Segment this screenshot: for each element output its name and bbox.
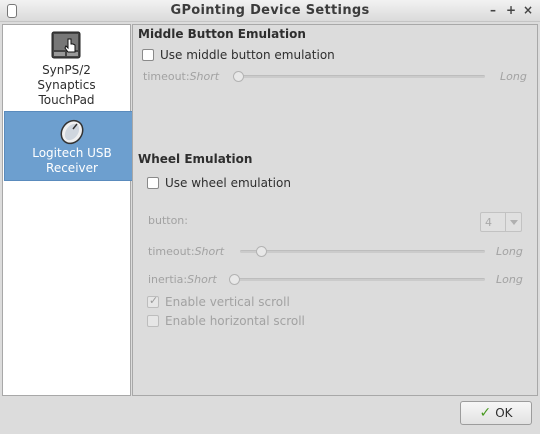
check-icon: ✓ [149,294,159,307]
middle-timeout-label: timeout:Short [143,70,219,83]
wheel-section-title: Wheel Emulation [138,152,253,166]
slider-track [229,278,485,281]
timeout-min-label: Short [194,245,225,258]
device-item-touchpad[interactable]: SynPS/2 Synaptics TouchPad [3,29,130,109]
wheel-timeout-slider[interactable] [240,246,485,258]
slider-thumb[interactable] [233,71,244,82]
device-label-line: TouchPad [38,93,95,107]
middle-timeout-max-label: Long [500,70,527,83]
middle-button-emulation-label: Use middle button emulation [160,48,335,62]
wheel-inertia-label: inertia:Short [148,273,217,286]
close-button[interactable]: × [521,3,535,17]
device-label-line: Receiver [46,161,98,175]
middle-button-emulation-checkbox[interactable] [142,49,154,61]
vertical-scroll-row[interactable]: ✓ Enable vertical scroll [147,294,290,309]
device-label-line: SynPS/2 [42,63,91,77]
check-icon: ✓ [479,405,492,421]
middle-button-section-title: Middle Button Emulation [138,27,306,41]
wheel-inertia-slider[interactable] [229,274,485,286]
minimize-button[interactable]: – [486,3,500,17]
vertical-scroll-label: Enable vertical scroll [165,295,290,309]
wheel-button-value: 4 [485,216,492,229]
wheel-button-label: button: [148,214,188,227]
wheel-emulation-label: Use wheel emulation [165,176,291,190]
wheel-timeout-label: timeout:Short [148,245,224,258]
timeout-min-label: Short [189,70,220,83]
wheel-inertia-max-label: Long [496,273,523,286]
title-bar: GPointing Device Settings – + × [0,0,540,22]
slider-track [233,75,485,78]
touchpad-icon [51,31,80,59]
horizontal-scroll-checkbox[interactable] [147,315,159,327]
wheel-button-spinner[interactable]: 4 [480,212,522,232]
inertia-label-text: inertia: [148,273,188,286]
device-item-logitech-usb-receiver[interactable]: Logitech USB Receiver [4,111,140,181]
maximize-button[interactable]: + [504,3,518,17]
middle-button-emulation-row[interactable]: Use middle button emulation [142,48,335,62]
timeout-max-label: Long [500,70,527,83]
wheel-emulation-checkbox[interactable] [147,177,159,189]
mouse-icon [60,119,84,145]
horizontal-scroll-label: Enable horizontal scroll [165,314,305,328]
wheel-timeout-max-label: Long [496,245,523,258]
slider-thumb[interactable] [256,246,267,257]
slider-thumb[interactable] [229,274,240,285]
middle-timeout-slider[interactable] [233,71,485,83]
timeout-label-text: timeout: [143,70,190,83]
ok-button-label: OK [495,406,513,420]
device-list: SynPS/2 Synaptics TouchPad Logitech USB … [2,24,140,396]
inertia-min-label: Short [187,273,217,286]
window-title: GPointing Device Settings [170,3,370,18]
timeout-label-text: timeout: [148,245,195,258]
slider-track [240,250,485,253]
ok-button[interactable]: ✓ OK [460,401,532,425]
chevron-down-icon[interactable] [505,213,521,231]
horizontal-scroll-row[interactable]: Enable horizontal scroll [147,314,305,328]
vertical-scroll-checkbox[interactable]: ✓ [147,294,159,308]
device-label-line: Synaptics [37,78,96,92]
timeout-max-label: Long [496,245,523,258]
wheel-emulation-row[interactable]: Use wheel emulation [147,176,291,190]
device-label-line: Logitech USB [32,146,112,160]
inertia-max-label: Long [496,273,523,286]
settings-panel: Middle Button Emulation Use middle butto… [132,24,538,396]
